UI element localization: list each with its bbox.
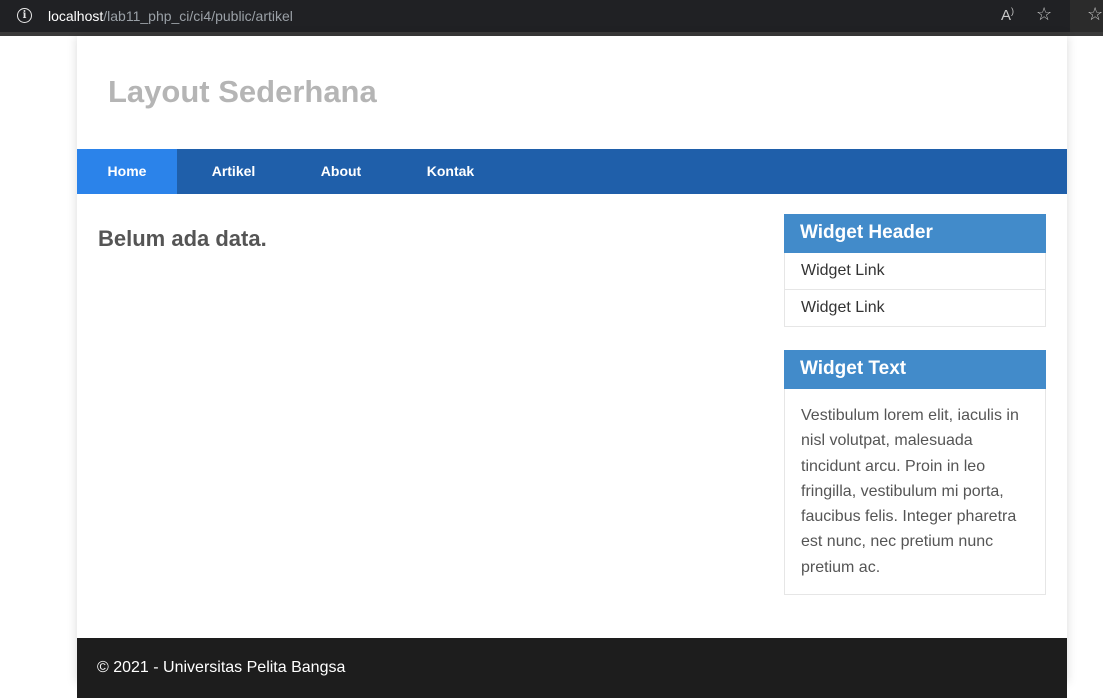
url-path: /lab11_php_ci/ci4/public/artikel [103,8,293,24]
widget-link[interactable]: Widget Link [785,253,1045,290]
favorites-icon[interactable]: ☆ [1087,4,1103,25]
address-field[interactable]: localhost/lab11_php_ci/ci4/public/artike… [48,8,293,24]
empty-state-message: Belum ada data. [98,226,267,251]
nav-item-kontak[interactable]: Kontak [392,149,509,194]
add-favorite-icon[interactable]: ☆ [1036,4,1052,25]
page-container: Layout Sederhana Home Artikel About Kont… [77,36,1067,698]
nav-item-about[interactable]: About [290,149,392,194]
nav-item-home[interactable]: Home [77,149,177,194]
footer-copyright: © 2021 - Universitas Pelita Bangsa [97,659,346,676]
browser-address-bar: i localhost/lab11_php_ci/ci4/public/arti… [0,0,1103,36]
widget-text: Widget Text Vestibulum lorem elit, iacul… [784,350,1046,596]
widget-link[interactable]: Widget Link [785,290,1045,326]
read-aloud-icon[interactable]: A) [1001,6,1014,24]
nav-item-artikel[interactable]: Artikel [177,149,290,194]
widget-links: Widget Header Widget Link Widget Link [784,214,1046,327]
widget-header-title: Widget Header [784,214,1046,253]
info-icon[interactable]: i [17,8,32,23]
footer: © 2021 - Universitas Pelita Bangsa [77,638,1067,698]
widget-text-body: Vestibulum lorem elit, iaculis in nisl v… [801,407,1019,576]
url-host: localhost [48,8,104,24]
main-nav: Home Artikel About Kontak [77,149,1067,194]
site-title: Layout Sederhana [108,74,377,109]
widget-text-title: Widget Text [784,350,1046,389]
